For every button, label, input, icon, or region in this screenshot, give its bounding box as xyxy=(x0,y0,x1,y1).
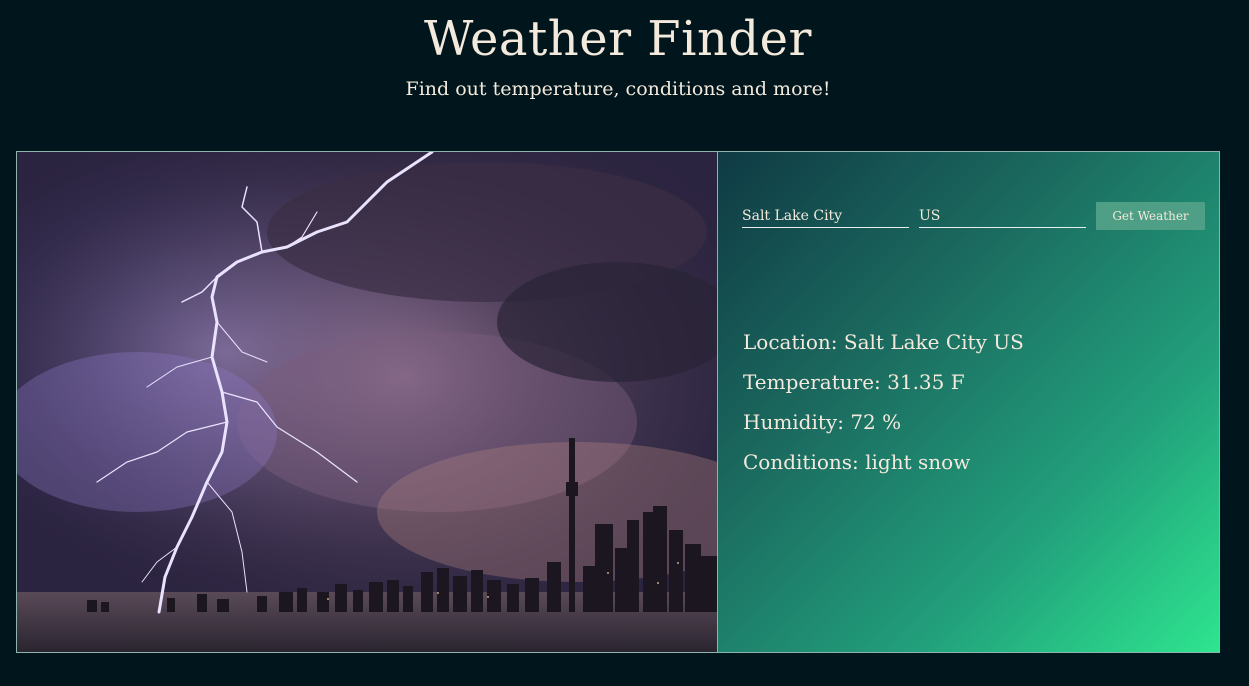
country-input[interactable]: US xyxy=(919,204,1086,228)
weather-results: Location: Salt Lake City US Temperature:… xyxy=(743,322,1203,482)
weather-form-area: Salt Lake City US Get Weather Location: … xyxy=(718,152,1219,652)
page-title: Weather Finder xyxy=(424,11,812,67)
storm-illustration xyxy=(17,152,717,652)
get-weather-button[interactable]: Get Weather xyxy=(1096,202,1205,230)
storm-skyline-image xyxy=(17,152,718,652)
page-subtitle: Find out temperature, conditions and mor… xyxy=(405,78,831,100)
weather-panel: Salt Lake City US Get Weather Location: … xyxy=(16,151,1220,653)
humidity-text: Humidity: 72 % xyxy=(743,410,902,434)
conditions-text: Conditions: light snow xyxy=(743,450,971,474)
location-text: Location: Salt Lake City US xyxy=(743,330,1024,354)
temperature-text: Temperature: 31.35 F xyxy=(743,370,965,394)
city-input[interactable]: Salt Lake City xyxy=(742,204,909,228)
